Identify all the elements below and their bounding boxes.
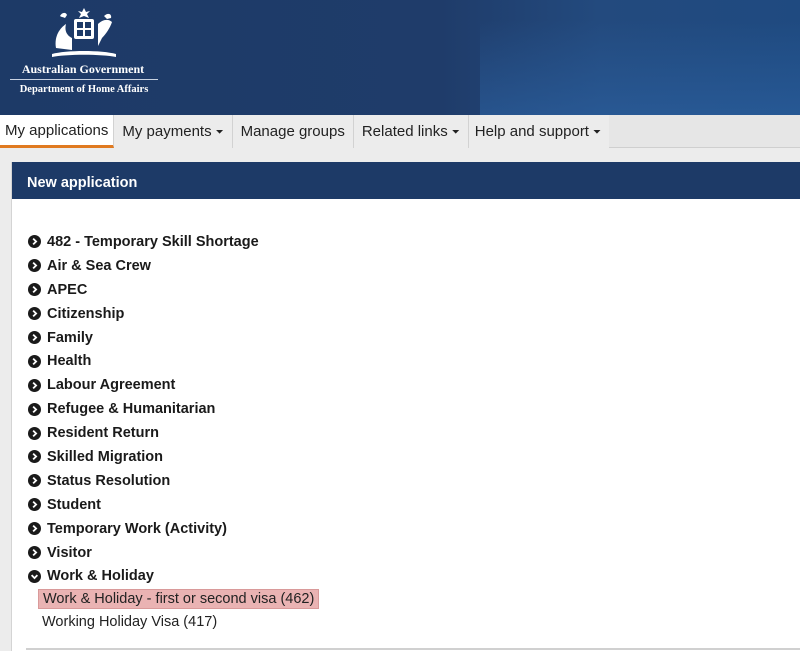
category-label: Air & Sea Crew <box>47 257 151 274</box>
category-label: Refugee & Humanitarian <box>47 401 216 418</box>
category-label: Labour Agreement <box>47 377 176 394</box>
visa-subclass-link[interactable]: Work & Holiday - first or second visa (4… <box>28 588 320 611</box>
visa-subclass-link[interactable]: Working Holiday Visa (417) <box>28 611 319 634</box>
category-item[interactable]: Air & Sea Crew <box>28 254 319 278</box>
category-label: Work & Holiday <box>47 568 154 585</box>
chevron-right-circle-icon <box>28 498 41 512</box>
chevron-down-circle-icon <box>28 569 41 583</box>
category-item[interactable]: Status Resolution <box>28 469 319 493</box>
chevron-right-circle-icon <box>28 235 41 249</box>
government-name: Australian Government <box>21 62 145 76</box>
category-item[interactable]: Temporary Work (Activity) <box>28 517 319 541</box>
category-item[interactable]: Student <box>28 493 319 517</box>
category-label: APEC <box>47 281 88 298</box>
chevron-right-circle-icon <box>28 450 41 464</box>
category-label: Visitor <box>47 544 92 561</box>
category-item[interactable]: 482 - Temporary Skill Shortage <box>28 230 319 254</box>
nav-label: My payments <box>122 123 212 140</box>
nav-label: Manage groups <box>240 123 345 140</box>
coat-of-arms-icon <box>52 8 116 57</box>
category-label: Skilled Migration <box>47 448 164 465</box>
chevron-right-circle-icon <box>28 474 41 488</box>
chevron-right-circle-icon <box>28 522 41 536</box>
visa-subclass-label: Working Holiday Visa (417) <box>42 614 218 631</box>
panel-title: New application <box>12 162 800 199</box>
nav-label: Help and support <box>474 123 589 140</box>
header-divider <box>10 79 158 80</box>
nav-related-links[interactable]: Related links ⏷ <box>353 115 469 148</box>
category-item[interactable]: Refugee & Humanitarian <box>28 397 319 421</box>
category-list: 482 - Temporary Skill Shortage Air & Sea … <box>28 230 320 634</box>
nav-help-and-support[interactable]: Help and support ⏷ <box>468 115 609 148</box>
category-label: Family <box>47 329 93 346</box>
chevron-right-circle-icon <box>28 378 41 392</box>
chevron-right-circle-icon <box>28 331 41 344</box>
category-item[interactable]: Work & Holiday <box>28 564 319 588</box>
category-label: Resident Return <box>47 425 159 442</box>
nav-label: My applications <box>5 122 109 139</box>
category-item[interactable]: Labour Agreement <box>28 373 319 397</box>
nav-manage-groups[interactable]: Manage groups <box>232 115 354 148</box>
chevron-right-circle-icon <box>28 426 41 440</box>
caret-down-icon: ⏷ <box>215 127 224 138</box>
chevron-right-circle-icon <box>28 283 41 297</box>
caret-down-icon: ⏷ <box>451 127 460 138</box>
category-item[interactable]: Health <box>28 349 319 373</box>
chevron-right-circle-icon <box>28 354 41 368</box>
department-name: Department of Home Affairs <box>19 84 149 95</box>
visa-subclass-label: Work & Holiday - first or second visa (4… <box>38 589 320 610</box>
chevron-right-circle-icon <box>28 307 41 321</box>
chevron-right-circle-icon <box>28 259 41 273</box>
category-item[interactable]: Citizenship <box>28 302 319 326</box>
nav-label: Related links <box>361 123 448 140</box>
category-item[interactable]: Resident Return <box>28 421 319 445</box>
new-application-panel: New application 482 - Temporary Skill Sh… <box>11 162 800 651</box>
banner-glow <box>480 20 800 115</box>
nav-my-payments[interactable]: My payments ⏷ <box>114 115 233 148</box>
category-label: Citizenship <box>47 305 125 322</box>
category-label: 482 - Temporary Skill Shortage <box>47 233 259 250</box>
category-item[interactable]: Skilled Migration <box>28 445 319 469</box>
category-item[interactable]: Family <box>28 326 319 350</box>
category-label: Status Resolution <box>47 472 171 489</box>
nav-my-applications[interactable]: My applications <box>0 115 115 148</box>
category-item[interactable]: APEC <box>28 278 319 302</box>
caret-down-icon: ⏷ <box>592 127 601 138</box>
chevron-right-circle-icon <box>28 546 41 560</box>
header-banner: Australian Government Department of Home… <box>0 0 800 115</box>
category-label: Health <box>47 353 92 370</box>
category-label: Student <box>47 496 101 513</box>
chevron-right-circle-icon <box>28 402 41 416</box>
panel-bottom-divider <box>26 648 800 650</box>
main-nav: My applications My payments ⏷ Manage grou… <box>0 115 800 148</box>
category-label: Temporary Work (Activity) <box>47 520 227 537</box>
category-item[interactable]: Visitor <box>28 541 319 565</box>
